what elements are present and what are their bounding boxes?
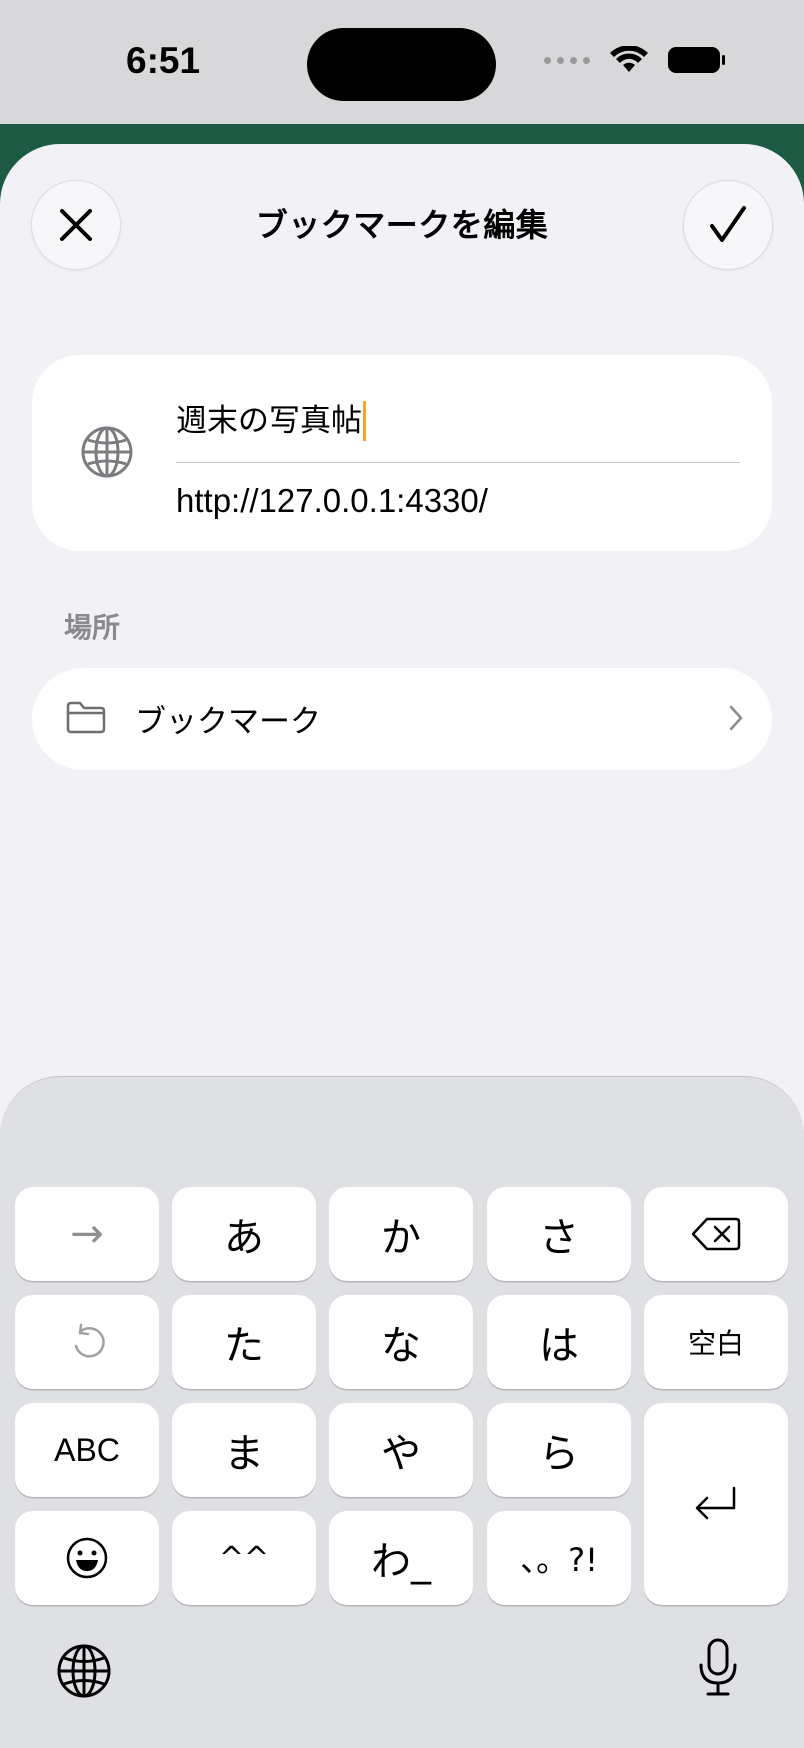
field-divider — [176, 462, 740, 463]
key-ka[interactable]: か — [329, 1187, 473, 1281]
folder-icon — [66, 701, 106, 734]
japanese-kana-keyboard: → あ か さ た な は 空白 ABC ま や ら ^^ わ_ 、。?! — [0, 1076, 804, 1748]
microphone-icon — [699, 1638, 737, 1696]
key-ta[interactable]: た — [172, 1295, 316, 1389]
keyboard-switch-button[interactable] — [56, 1643, 112, 1703]
emoji-icon — [66, 1537, 108, 1579]
emoji-key[interactable] — [15, 1511, 159, 1605]
location-folder-row[interactable]: ブックマーク — [32, 668, 772, 770]
location-section-label: 場所 — [64, 611, 121, 644]
key-a[interactable]: あ — [172, 1187, 316, 1281]
arrow-right-icon: → — [70, 1211, 104, 1257]
punctuation-key[interactable]: 、。?! — [487, 1511, 631, 1605]
undo-key[interactable] — [15, 1295, 159, 1389]
dictation-button[interactable] — [696, 1637, 740, 1701]
undo-icon — [74, 1323, 105, 1358]
bookmark-title-value: 週末の写真帖 — [176, 403, 362, 439]
key-ya[interactable]: や — [329, 1403, 473, 1497]
wifi-icon — [610, 46, 648, 72]
edit-bookmark-sheet: ブックマークを編集 週末の写真帖 http://127.0.0.1:4330/ … — [0, 144, 804, 1748]
battery-icon — [668, 47, 725, 73]
key-na[interactable]: な — [329, 1295, 473, 1389]
cellular-signal-icon — [544, 56, 590, 64]
key-ha[interactable]: は — [487, 1295, 631, 1389]
key-ma[interactable]: ま — [172, 1403, 316, 1497]
status-time: 6:51 — [126, 40, 201, 81]
status-icons — [544, 46, 726, 74]
key-wa[interactable]: わ_ — [329, 1511, 473, 1605]
delete-key[interactable] — [644, 1187, 788, 1281]
next-candidate-key[interactable]: → — [15, 1187, 159, 1281]
dynamic-island — [307, 28, 496, 101]
delete-backspace-icon — [691, 1217, 741, 1251]
return-icon — [695, 1486, 736, 1520]
globe-icon — [79, 424, 135, 480]
bookmark-url-input[interactable]: http://127.0.0.1:4330/ — [176, 475, 736, 527]
done-button[interactable] — [683, 180, 773, 270]
text-caret — [363, 401, 366, 441]
location-folder-name: ブックマーク — [135, 704, 321, 740]
return-key[interactable] — [644, 1403, 788, 1605]
bookmark-card: 週末の写真帖 http://127.0.0.1:4330/ — [32, 355, 772, 551]
key-ra[interactable]: ら — [487, 1403, 631, 1497]
checkmark-icon — [710, 206, 746, 242]
space-key[interactable]: 空白 — [644, 1295, 788, 1389]
status-bar: 6:51 — [0, 0, 804, 124]
abc-key[interactable]: ABC — [15, 1403, 159, 1497]
key-sa[interactable]: さ — [487, 1187, 631, 1281]
bookmark-title-input[interactable]: 週末の写真帖 — [176, 395, 736, 447]
chevron-right-icon — [729, 705, 743, 731]
globe-icon — [57, 1644, 111, 1698]
emoticon-key[interactable]: ^^ — [172, 1511, 316, 1605]
